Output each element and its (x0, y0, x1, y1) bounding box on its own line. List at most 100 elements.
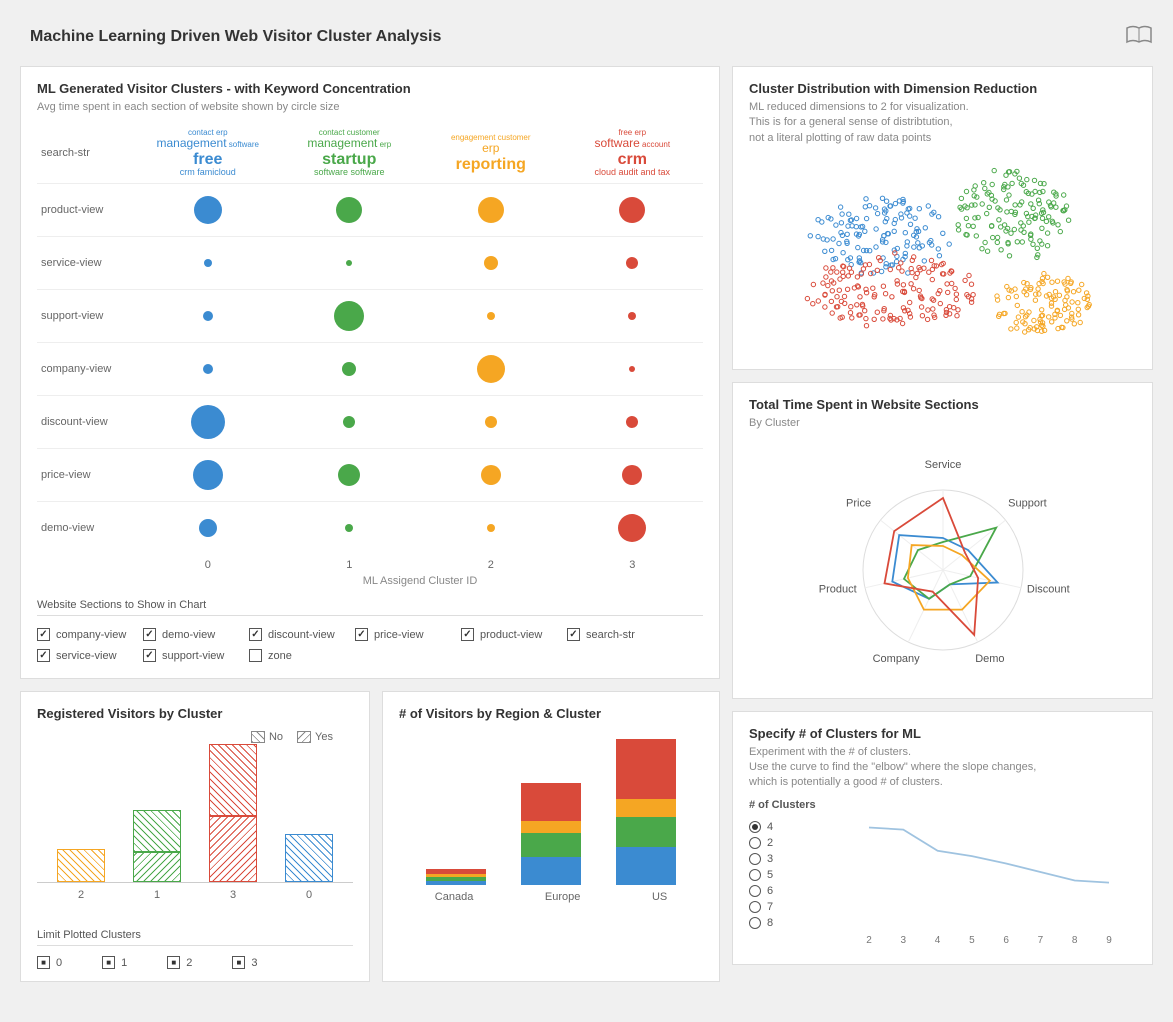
region-bar-US[interactable] (616, 739, 676, 885)
checkbox-icon (461, 628, 474, 641)
bubble[interactable] (343, 416, 355, 428)
tristate-icon (102, 956, 115, 969)
radar-axis-label: Discount (1026, 583, 1069, 595)
limit-0[interactable]: 0 (37, 956, 62, 969)
check-search-str[interactable]: search-str (567, 624, 673, 645)
scatter-plot[interactable] (749, 154, 1136, 354)
radar-axis-label: Product (818, 583, 856, 595)
clusters-radio-4[interactable]: 4 (749, 821, 829, 833)
tristate-icon (232, 956, 245, 969)
limit-1[interactable]: 1 (102, 956, 127, 969)
bubble[interactable] (342, 362, 356, 376)
check-demo-view[interactable]: demo-view (143, 624, 249, 645)
book-icon[interactable] (1125, 25, 1153, 48)
check-product-view[interactable]: product-view (461, 624, 567, 645)
check-zone[interactable]: zone (249, 645, 355, 666)
scatter-panel: Cluster Distribution with Dimension Redu… (732, 66, 1153, 370)
radar-title: Total Time Spent in Website Sections (749, 397, 1136, 412)
bubble[interactable] (203, 364, 213, 374)
region-label: Canada (435, 891, 474, 903)
bubble[interactable] (487, 312, 495, 320)
clusters-radio-label: # of Clusters (749, 799, 829, 817)
bubble[interactable] (618, 514, 646, 542)
clusters-radio-7[interactable]: 7 (749, 901, 829, 913)
elbow-tick: 5 (969, 935, 975, 946)
clusters-radio-6[interactable]: 6 (749, 885, 829, 897)
bubble[interactable] (345, 524, 353, 532)
bubble[interactable] (485, 416, 497, 428)
reg-bar-1[interactable] (133, 810, 181, 882)
reg-bar-3[interactable] (209, 744, 257, 882)
elbow-tick: 6 (1003, 935, 1009, 946)
bubble[interactable] (203, 311, 213, 321)
tristate-icon (37, 956, 50, 969)
bubble[interactable] (199, 519, 217, 537)
bubble[interactable] (481, 465, 501, 485)
bubble[interactable] (193, 460, 223, 490)
axis-tick: 0 (137, 553, 279, 571)
bubble[interactable] (487, 524, 495, 532)
bubble[interactable] (194, 196, 222, 224)
wordcloud-2: engagement customererp reporting (431, 134, 551, 174)
bubble-xaxis-label: ML Assigend Cluster ID (37, 571, 703, 587)
clusters-radio-5[interactable]: 5 (749, 869, 829, 881)
check-company-view[interactable]: company-view (37, 624, 143, 645)
radar-chart[interactable]: ServiceSupportDiscountDemoCompanyProduct… (783, 450, 1103, 680)
checkbox-icon (249, 649, 262, 662)
region-bar-Europe[interactable] (521, 783, 581, 885)
registered-title: Registered Visitors by Cluster (37, 706, 353, 721)
radar-panel: Total Time Spent in Website Sections By … (732, 382, 1153, 698)
row-label: service-view (37, 257, 137, 269)
bubble-panel: ML Generated Visitor Clusters - with Key… (20, 66, 720, 679)
registered-panel: Registered Visitors by Cluster No Yes 21… (20, 691, 370, 982)
bubble[interactable] (334, 301, 364, 331)
bubble[interactable] (619, 197, 645, 223)
radio-icon (749, 853, 761, 865)
clusters-radio-3[interactable]: 3 (749, 853, 829, 865)
limit-3[interactable]: 3 (232, 956, 257, 969)
bubble[interactable] (336, 197, 362, 223)
row-label: demo-view (37, 522, 137, 534)
bubble[interactable] (204, 259, 212, 267)
bubble[interactable] (477, 355, 505, 383)
bubble[interactable] (629, 366, 635, 372)
bubble-subtitle: Avg time spent in each section of websit… (37, 100, 703, 115)
radio-icon (749, 821, 761, 833)
checkbox-icon (355, 628, 368, 641)
check-support-view[interactable]: support-view (143, 645, 249, 666)
reg-bar-label: 3 (209, 889, 257, 901)
clusters-radio-8[interactable]: 8 (749, 917, 829, 929)
checkbox-icon (143, 628, 156, 641)
bubble[interactable] (626, 416, 638, 428)
elbow-title: Specify # of Clusters for ML (749, 726, 1136, 741)
reg-bar-0[interactable] (285, 834, 333, 882)
bubble[interactable] (191, 405, 225, 439)
checkbox-icon (249, 628, 262, 641)
limit-2[interactable]: 2 (167, 956, 192, 969)
check-price-view[interactable]: price-view (355, 624, 461, 645)
region-bar-Canada[interactable] (426, 869, 486, 885)
wordcloud-3: free erpsoftware accountcrmcloud audit a… (572, 129, 692, 178)
checkbox-icon (37, 649, 50, 662)
reg-bar-2[interactable] (57, 849, 105, 883)
bubble[interactable] (484, 256, 498, 270)
row-label: product-view (37, 204, 137, 216)
bubble[interactable] (478, 197, 504, 223)
bubble[interactable] (626, 257, 638, 269)
tristate-icon (167, 956, 180, 969)
radar-axis-label: Service (924, 459, 961, 471)
region-panel: # of Visitors by Region & Cluster Canada… (382, 691, 720, 982)
check-discount-view[interactable]: discount-view (249, 624, 355, 645)
row-label: company-view (37, 363, 137, 375)
bubble[interactable] (628, 312, 636, 320)
elbow-chart[interactable]: 23456789 (849, 799, 1129, 949)
bubble[interactable] (338, 464, 360, 486)
axis-tick: 2 (420, 553, 562, 571)
check-service-view[interactable]: service-view (37, 645, 143, 666)
bubble[interactable] (346, 260, 352, 266)
page-title: Machine Learning Driven Web Visitor Clus… (30, 28, 441, 46)
bubble[interactable] (622, 465, 642, 485)
axis-tick: 1 (279, 553, 421, 571)
elbow-subtitle: Experiment with the # of clusters.Use th… (749, 745, 1136, 791)
clusters-radio-2[interactable]: 2 (749, 837, 829, 849)
